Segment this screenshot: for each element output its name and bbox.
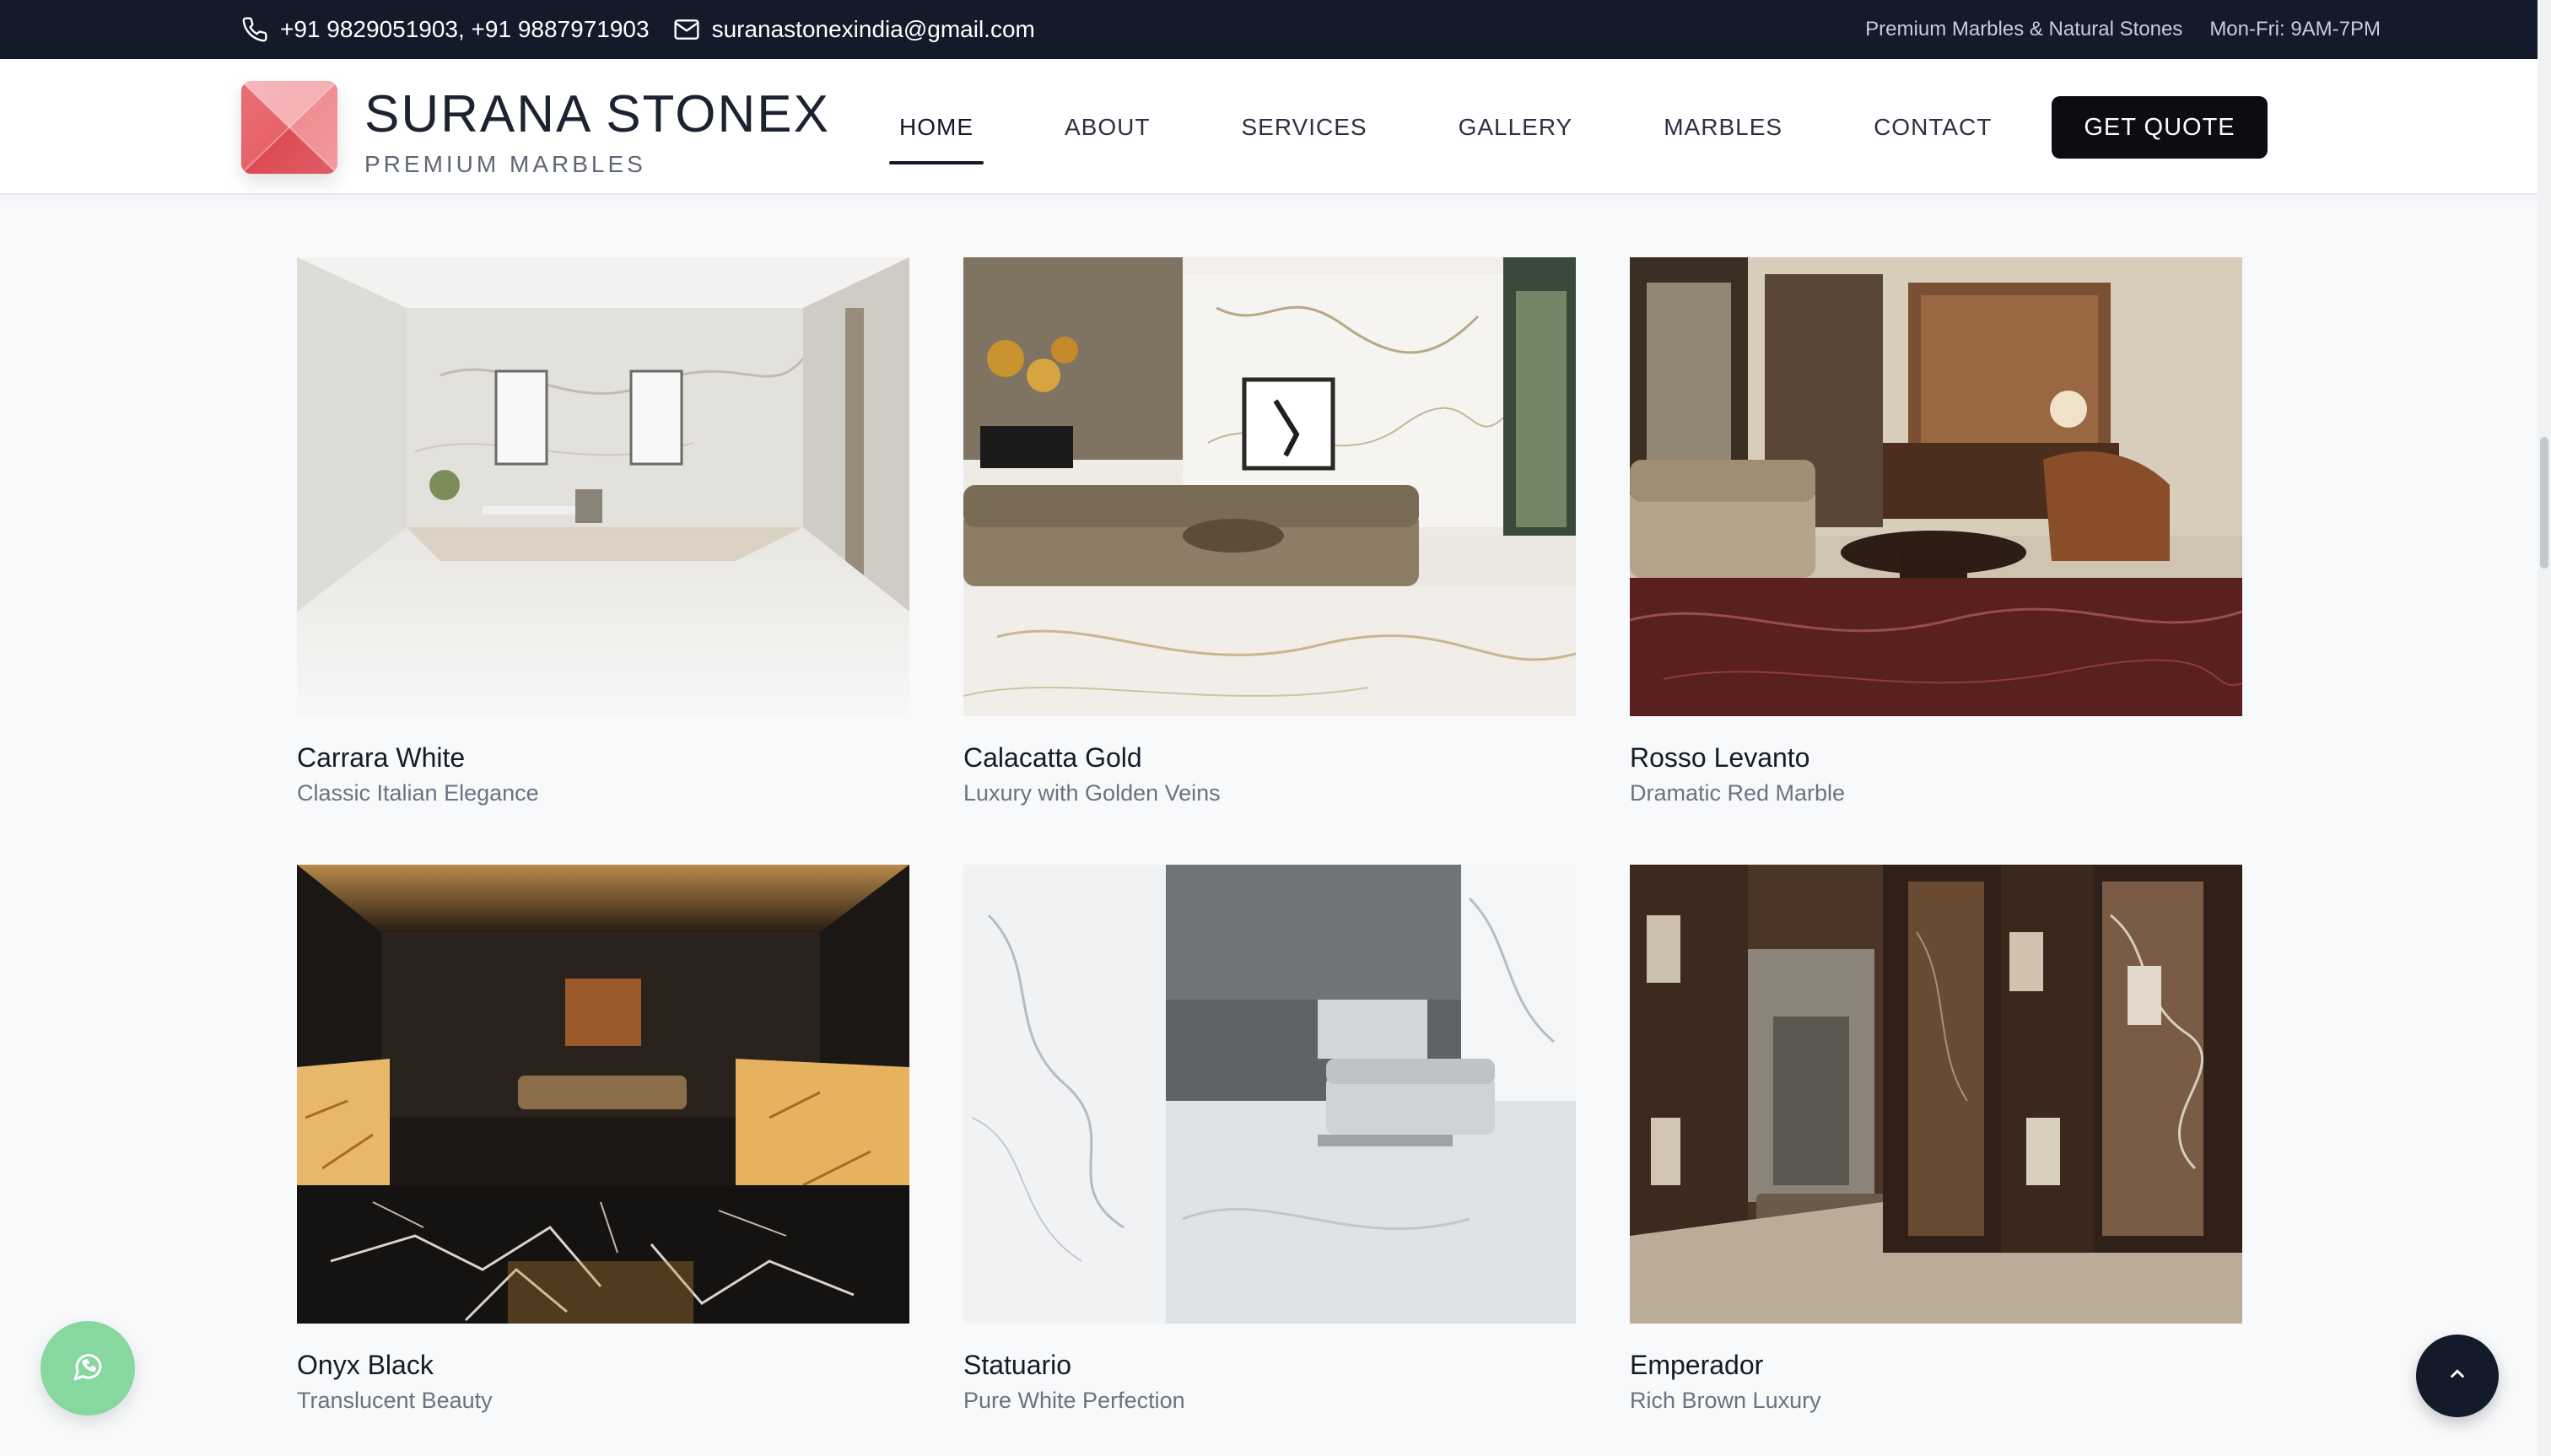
gallery-card[interactable]: Onyx Black Translucent Beauty bbox=[297, 865, 909, 1415]
statuario-image[interactable] bbox=[963, 865, 1576, 1324]
get-quote-button[interactable]: GET QUOTE bbox=[2052, 96, 2268, 159]
nav-contact[interactable]: CONTACT bbox=[1869, 105, 1997, 149]
phone-icon bbox=[241, 16, 268, 43]
page-scrollbar-track[interactable] bbox=[2538, 0, 2551, 1456]
gallery-card[interactable]: Calacatta Gold Luxury with Golden Veins bbox=[963, 257, 1576, 807]
top-contact-bar: +91 9829051903, +91 9887971903 suranasto… bbox=[0, 0, 2538, 59]
rosso-levanto-image[interactable] bbox=[1630, 257, 2242, 716]
main-nav: HOME ABOUT SERVICES GALLERY MARBLES CONT… bbox=[889, 59, 2078, 195]
gallery-card[interactable]: Rosso Levanto Dramatic Red Marble bbox=[1630, 257, 2242, 807]
card-title: Calacatta Gold bbox=[963, 742, 1142, 773]
topbar-tagline: Premium Marbles & Natural Stones bbox=[1865, 18, 2183, 40]
scroll-to-top-button[interactable] bbox=[2416, 1335, 2499, 1417]
email-address: suranastonexindia@gmail.com bbox=[711, 16, 1035, 42]
card-subtitle: Rich Brown Luxury bbox=[1630, 1388, 1821, 1413]
mail-icon bbox=[673, 16, 700, 43]
page-scrollbar-thumb[interactable] bbox=[2540, 437, 2548, 569]
nav-home[interactable]: HOME bbox=[889, 105, 984, 164]
site-header: SURANA STONEX PREMIUM MARBLES HOME ABOUT… bbox=[0, 59, 2538, 195]
nav-services[interactable]: SERVICES bbox=[1236, 105, 1372, 149]
brand[interactable]: SURANA STONEX PREMIUM MARBLES bbox=[364, 81, 830, 179]
nav-marbles[interactable]: MARBLES bbox=[1658, 105, 1788, 149]
card-title: Rosso Levanto bbox=[1630, 742, 1810, 773]
gallery-card[interactable]: Emperador Rich Brown Luxury bbox=[1630, 865, 2242, 1415]
card-title: Carrara White bbox=[297, 742, 466, 773]
card-subtitle: Dramatic Red Marble bbox=[1630, 780, 1846, 806]
carrara-white-image[interactable] bbox=[297, 257, 909, 716]
phone-contact[interactable]: +91 9829051903, +91 9887971903 bbox=[241, 16, 650, 43]
brand-logo[interactable] bbox=[241, 81, 337, 174]
brand-tagline: PREMIUM MARBLES bbox=[364, 151, 646, 177]
card-title: Emperador bbox=[1630, 1350, 1764, 1380]
onyx-black-image[interactable] bbox=[297, 865, 909, 1324]
chevron-up-icon bbox=[2445, 1362, 2470, 1391]
nav-gallery[interactable]: GALLERY bbox=[1453, 105, 1578, 149]
phone-numbers: +91 9829051903, +91 9887971903 bbox=[280, 16, 650, 42]
card-title: Onyx Black bbox=[297, 1350, 434, 1380]
whatsapp-button[interactable] bbox=[40, 1321, 135, 1416]
emperador-image[interactable] bbox=[1630, 865, 2242, 1324]
email-contact[interactable]: suranastonexindia@gmail.com bbox=[673, 16, 1035, 43]
gallery-card[interactable]: Carrara White Classic Italian Elegance bbox=[297, 257, 909, 807]
gallery-card[interactable]: Statuario Pure White Perfection bbox=[963, 865, 1576, 1415]
whatsapp-icon bbox=[71, 1350, 105, 1388]
brand-name: SURANA STONEX bbox=[364, 85, 831, 143]
calacatta-gold-image[interactable] bbox=[963, 257, 1576, 716]
card-subtitle: Pure White Perfection bbox=[963, 1388, 1185, 1413]
nav-about[interactable]: ABOUT bbox=[1060, 105, 1155, 149]
card-subtitle: Luxury with Golden Veins bbox=[963, 780, 1221, 806]
card-title: Statuario bbox=[963, 1350, 1072, 1380]
business-hours: Mon-Fri: 9AM-7PM bbox=[2209, 18, 2381, 40]
card-subtitle: Translucent Beauty bbox=[297, 1388, 493, 1413]
card-subtitle: Classic Italian Elegance bbox=[297, 780, 539, 806]
